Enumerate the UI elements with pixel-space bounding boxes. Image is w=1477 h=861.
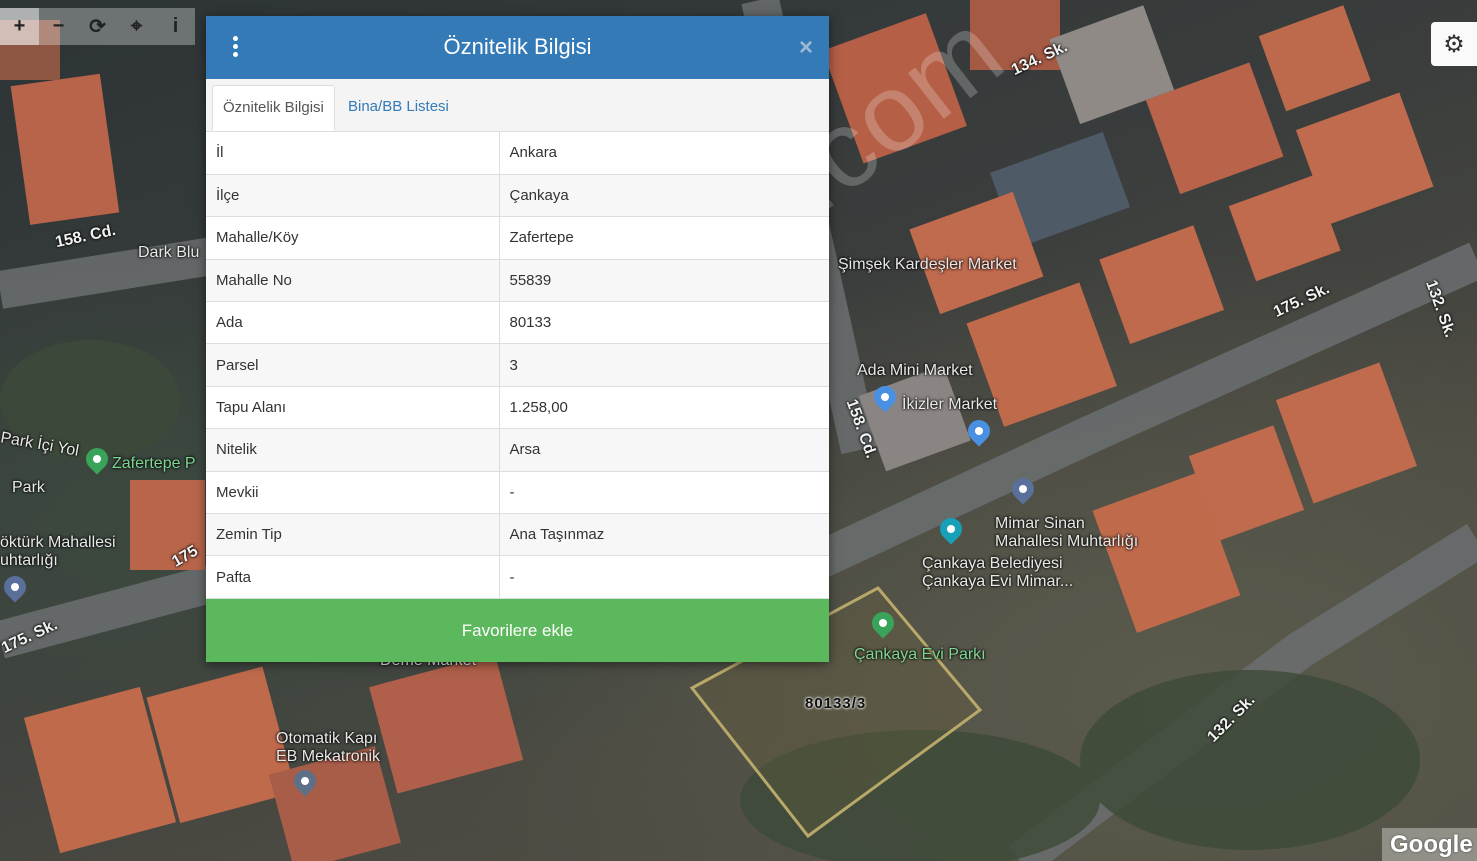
map-label: Çankaya Belediyesi <box>922 555 1063 572</box>
attribute-value: - <box>499 471 829 515</box>
add-to-favorites-button[interactable]: Favorilere ekle <box>206 598 829 662</box>
gear-icon: ⚙ <box>1443 30 1465 58</box>
settings-button[interactable]: ⚙ <box>1431 22 1477 66</box>
table-row: Mahalle No 55839 <box>206 259 829 303</box>
zoom-out-button[interactable]: − <box>39 8 78 45</box>
attribute-key: İlçe <box>206 174 500 218</box>
map-label: Otomatik Kapı <box>276 730 378 747</box>
table-row: İlçe Çankaya <box>206 174 829 218</box>
table-row: Ada 80133 <box>206 301 829 345</box>
attribute-value: 1.258,00 <box>499 386 829 430</box>
attribute-key: Mahalle No <box>206 259 500 303</box>
refresh-button[interactable]: ⟳ <box>78 8 117 45</box>
map-label: Mahallesi Muhtarlığı <box>995 533 1139 550</box>
dialog-title: Öznitelik Bilgisi <box>443 34 592 59</box>
map-label: Ada Mini Market <box>857 362 973 379</box>
map-label: Park <box>12 479 45 496</box>
attribute-key: Ada <box>206 301 500 345</box>
map-label: uhtarlığı <box>0 552 58 569</box>
map-label: Zafertepe P <box>112 455 196 472</box>
google-logo-text: Google <box>1390 831 1473 858</box>
map-label: Çankaya Evi Parkı <box>854 646 986 663</box>
attribute-table: İl Ankara İlçe Çankaya Mahalle/Köy Zafertepe M… <box>206 132 829 599</box>
map-label: İkizler Market <box>902 396 998 413</box>
map-label: Çankaya Evi Mimar... <box>922 573 1074 590</box>
attribute-key: İl <box>206 132 500 175</box>
map-label: EB Mekatronik <box>276 748 381 765</box>
attribute-key: Parsel <box>206 343 500 387</box>
attribute-value: 3 <box>499 343 829 387</box>
attribute-key: Nitelik <box>206 428 500 472</box>
table-row: Mevkii - <box>206 471 829 515</box>
attribute-value: Zafertepe <box>499 216 829 260</box>
table-row: Mahalle/Köy Zafertepe <box>206 216 829 260</box>
table-row: Parsel 3 <box>206 343 829 387</box>
dialog-tabs: Öznitelik Bilgisi Bina/BB Listesi <box>206 79 829 132</box>
map-label: Şimşek Kardeşler Market <box>838 256 1017 273</box>
attribute-key: Tapu Alanı <box>206 386 500 430</box>
info-button[interactable]: i <box>156 8 195 45</box>
tab-attribute-info[interactable]: Öznitelik Bilgisi <box>212 85 335 131</box>
map-label: Mimar Sinan <box>995 515 1085 532</box>
map-label: Dark Blu <box>138 244 200 261</box>
parcel-label[interactable]: 80133/3 <box>805 695 866 712</box>
map-toolbar: + − ⟳ ⌖ i <box>0 8 195 45</box>
attribute-key: Mahalle/Köy <box>206 216 500 260</box>
google-attribution: Google <box>1382 828 1477 861</box>
attribute-key: Pafta <box>206 555 500 599</box>
attribute-value: 55839 <box>499 259 829 303</box>
attribute-value: Çankaya <box>499 174 829 218</box>
map-label: öktürk Mahallesi <box>0 534 116 551</box>
refresh-icon: ⟳ <box>89 16 106 38</box>
attribute-info-dialog: Öznitelik Bilgisi × Öznitelik Bilgisi Bi… <box>206 16 829 662</box>
table-row: Zemin Tip Ana Taşınmaz <box>206 513 829 557</box>
attribute-value: - <box>499 555 829 599</box>
attribute-value: Arsa <box>499 428 829 472</box>
minus-icon: − <box>52 15 65 37</box>
attribute-key: Mevkii <box>206 471 500 515</box>
attribute-key: Zemin Tip <box>206 513 500 557</box>
tab-building-list[interactable]: Bina/BB Listesi <box>338 85 459 131</box>
attribute-value: 80133 <box>499 301 829 345</box>
attribute-value: Ana Taşınmaz <box>499 513 829 557</box>
zoom-in-button[interactable]: + <box>0 8 39 45</box>
table-row: Pafta - <box>206 555 829 599</box>
table-row: İl Ankara <box>206 132 829 175</box>
dialog-header: Öznitelik Bilgisi × <box>206 16 829 79</box>
close-icon[interactable]: × <box>799 34 813 62</box>
info-icon: i <box>172 15 179 37</box>
table-row: Nitelik Arsa <box>206 428 829 472</box>
attribute-value: Ankara <box>499 132 829 175</box>
table-row: Tapu Alanı 1.258,00 <box>206 386 829 430</box>
crosshair-icon: ⌖ <box>130 15 143 37</box>
plus-icon: + <box>13 15 26 37</box>
locate-button[interactable]: ⌖ <box>117 8 156 45</box>
